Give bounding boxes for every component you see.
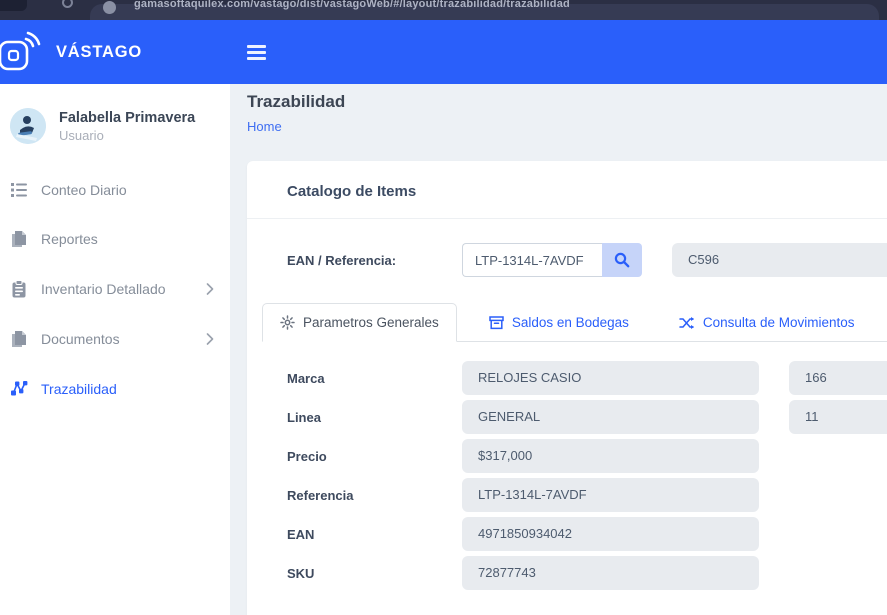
field-row-ean: EAN 4971850934042: [287, 517, 887, 551]
sidebar-item-documentos[interactable]: Documentos: [0, 314, 230, 364]
field-label: SKU: [287, 566, 462, 581]
field-value: $317,000: [462, 439, 759, 473]
app-header: VÁSTAGO: [0, 20, 887, 84]
ean-referencia-label: EAN / Referencia:: [287, 253, 462, 268]
url-text[interactable]: gamasoftaquilex.com/vastago/dist/vastago…: [134, 0, 570, 10]
field-row-marca: Marca RELOJES CASIO 166: [287, 361, 887, 395]
ordered-list-icon: [10, 182, 28, 198]
breadcrumb-home-link[interactable]: Home: [247, 119, 282, 134]
user-name: Falabella Primavera: [59, 110, 195, 126]
main-content: Trazabilidad Home Catalogo de Items EAN …: [230, 84, 887, 615]
field-row-sku: SKU 72877743: [287, 556, 887, 590]
field-value: GENERAL: [462, 400, 759, 434]
rfid-tag-logo-icon: [0, 30, 42, 74]
field-label: Referencia: [287, 488, 462, 503]
browser-bar: gamasoftaquilex.com/vastago/dist/vastago…: [0, 0, 887, 20]
warehouse-box-icon: [489, 316, 504, 330]
field-label: EAN: [287, 527, 462, 542]
sidebar-item-trazabilidad[interactable]: Trazabilidad: [0, 364, 230, 413]
search-icon: [614, 252, 630, 268]
tab-saldos-en-bodegas[interactable]: Saldos en Bodegas: [471, 303, 647, 342]
tab-consulta-de-movimientos[interactable]: Consulta de Movimientos: [661, 303, 873, 342]
field-value: 72877743: [462, 556, 759, 590]
sidebar-item-inventario-detallado[interactable]: Inventario Detallado: [0, 264, 230, 314]
item-code-readonly: C596: [672, 243, 887, 277]
search-row: EAN / Referencia: C596: [247, 219, 887, 287]
clipboard-icon: [10, 280, 28, 298]
field-value: LTP-1314L-7AVDF: [462, 478, 759, 512]
browser-tab-edge: [0, 0, 27, 11]
field-label: Linea: [287, 410, 462, 425]
page-title: Trazabilidad: [247, 92, 887, 112]
field-label: Marca: [287, 371, 462, 386]
card-title: Catalogo de Items: [287, 183, 416, 200]
tabs: Parametros Generales Saldos en Bodegas: [262, 303, 887, 342]
user-role: Usuario: [59, 128, 195, 143]
sidebar-item-label: Documentos: [41, 331, 206, 347]
sidebar-item-label: Conteo Diario: [41, 182, 214, 198]
sidebar-item-label: Reportes: [41, 231, 214, 247]
shuffle-icon: [679, 316, 695, 330]
sidebar-item-reportes[interactable]: Reportes: [0, 214, 230, 264]
sidebar-item-conteo-diario[interactable]: Conteo Diario: [0, 166, 230, 214]
browser-extension-icon[interactable]: [62, 0, 73, 8]
sidebar: Falabella Primavera Usuario Conteo Diari…: [0, 84, 230, 615]
user-block[interactable]: Falabella Primavera Usuario: [0, 104, 230, 166]
tab-label: Parametros Generales: [303, 315, 439, 330]
card-header: Catalogo de Items: [247, 161, 887, 219]
ean-referencia-input[interactable]: [462, 243, 602, 277]
search-button[interactable]: [602, 243, 642, 277]
network-nodes-icon: [10, 380, 28, 397]
field-row-precio: Precio $317,000: [287, 439, 887, 473]
field-code: 166: [789, 361, 887, 395]
field-value: 4971850934042: [462, 517, 759, 551]
address-bar[interactable]: gamasoftaquilex.com/vastago/dist/vastago…: [90, 4, 879, 20]
header-main: [230, 20, 887, 84]
brand-zone[interactable]: VÁSTAGO: [0, 20, 230, 84]
field-value: RELOJES CASIO: [462, 361, 759, 395]
field-label: Precio: [287, 449, 462, 464]
brand-name: VÁSTAGO: [56, 43, 142, 62]
sidebar-item-label: Inventario Detallado: [41, 281, 206, 297]
documents-icon: [10, 330, 28, 348]
chevron-right-icon: [206, 333, 214, 345]
hamburger-menu-icon[interactable]: [247, 42, 266, 63]
tab-label: Saldos en Bodegas: [512, 315, 629, 330]
site-favicon: [103, 1, 116, 14]
sidebar-item-label: Trazabilidad: [41, 381, 214, 397]
field-row-referencia: Referencia LTP-1314L-7AVDF: [287, 478, 887, 512]
tab-parametros-generales[interactable]: Parametros Generales: [262, 303, 457, 342]
avatar: [10, 108, 46, 144]
tab-label: Consulta de Movimientos: [703, 315, 855, 330]
chevron-right-icon: [206, 283, 214, 295]
catalog-card: Catalogo de Items EAN / Referencia:: [247, 161, 887, 615]
field-row-linea: Linea GENERAL 11: [287, 400, 887, 434]
gear-icon: [280, 315, 295, 330]
parametros-generales-panel: Marca RELOJES CASIO 166 Linea GENERAL 11…: [247, 342, 887, 615]
field-code: 11: [789, 400, 887, 434]
report-file-icon: [10, 230, 28, 248]
